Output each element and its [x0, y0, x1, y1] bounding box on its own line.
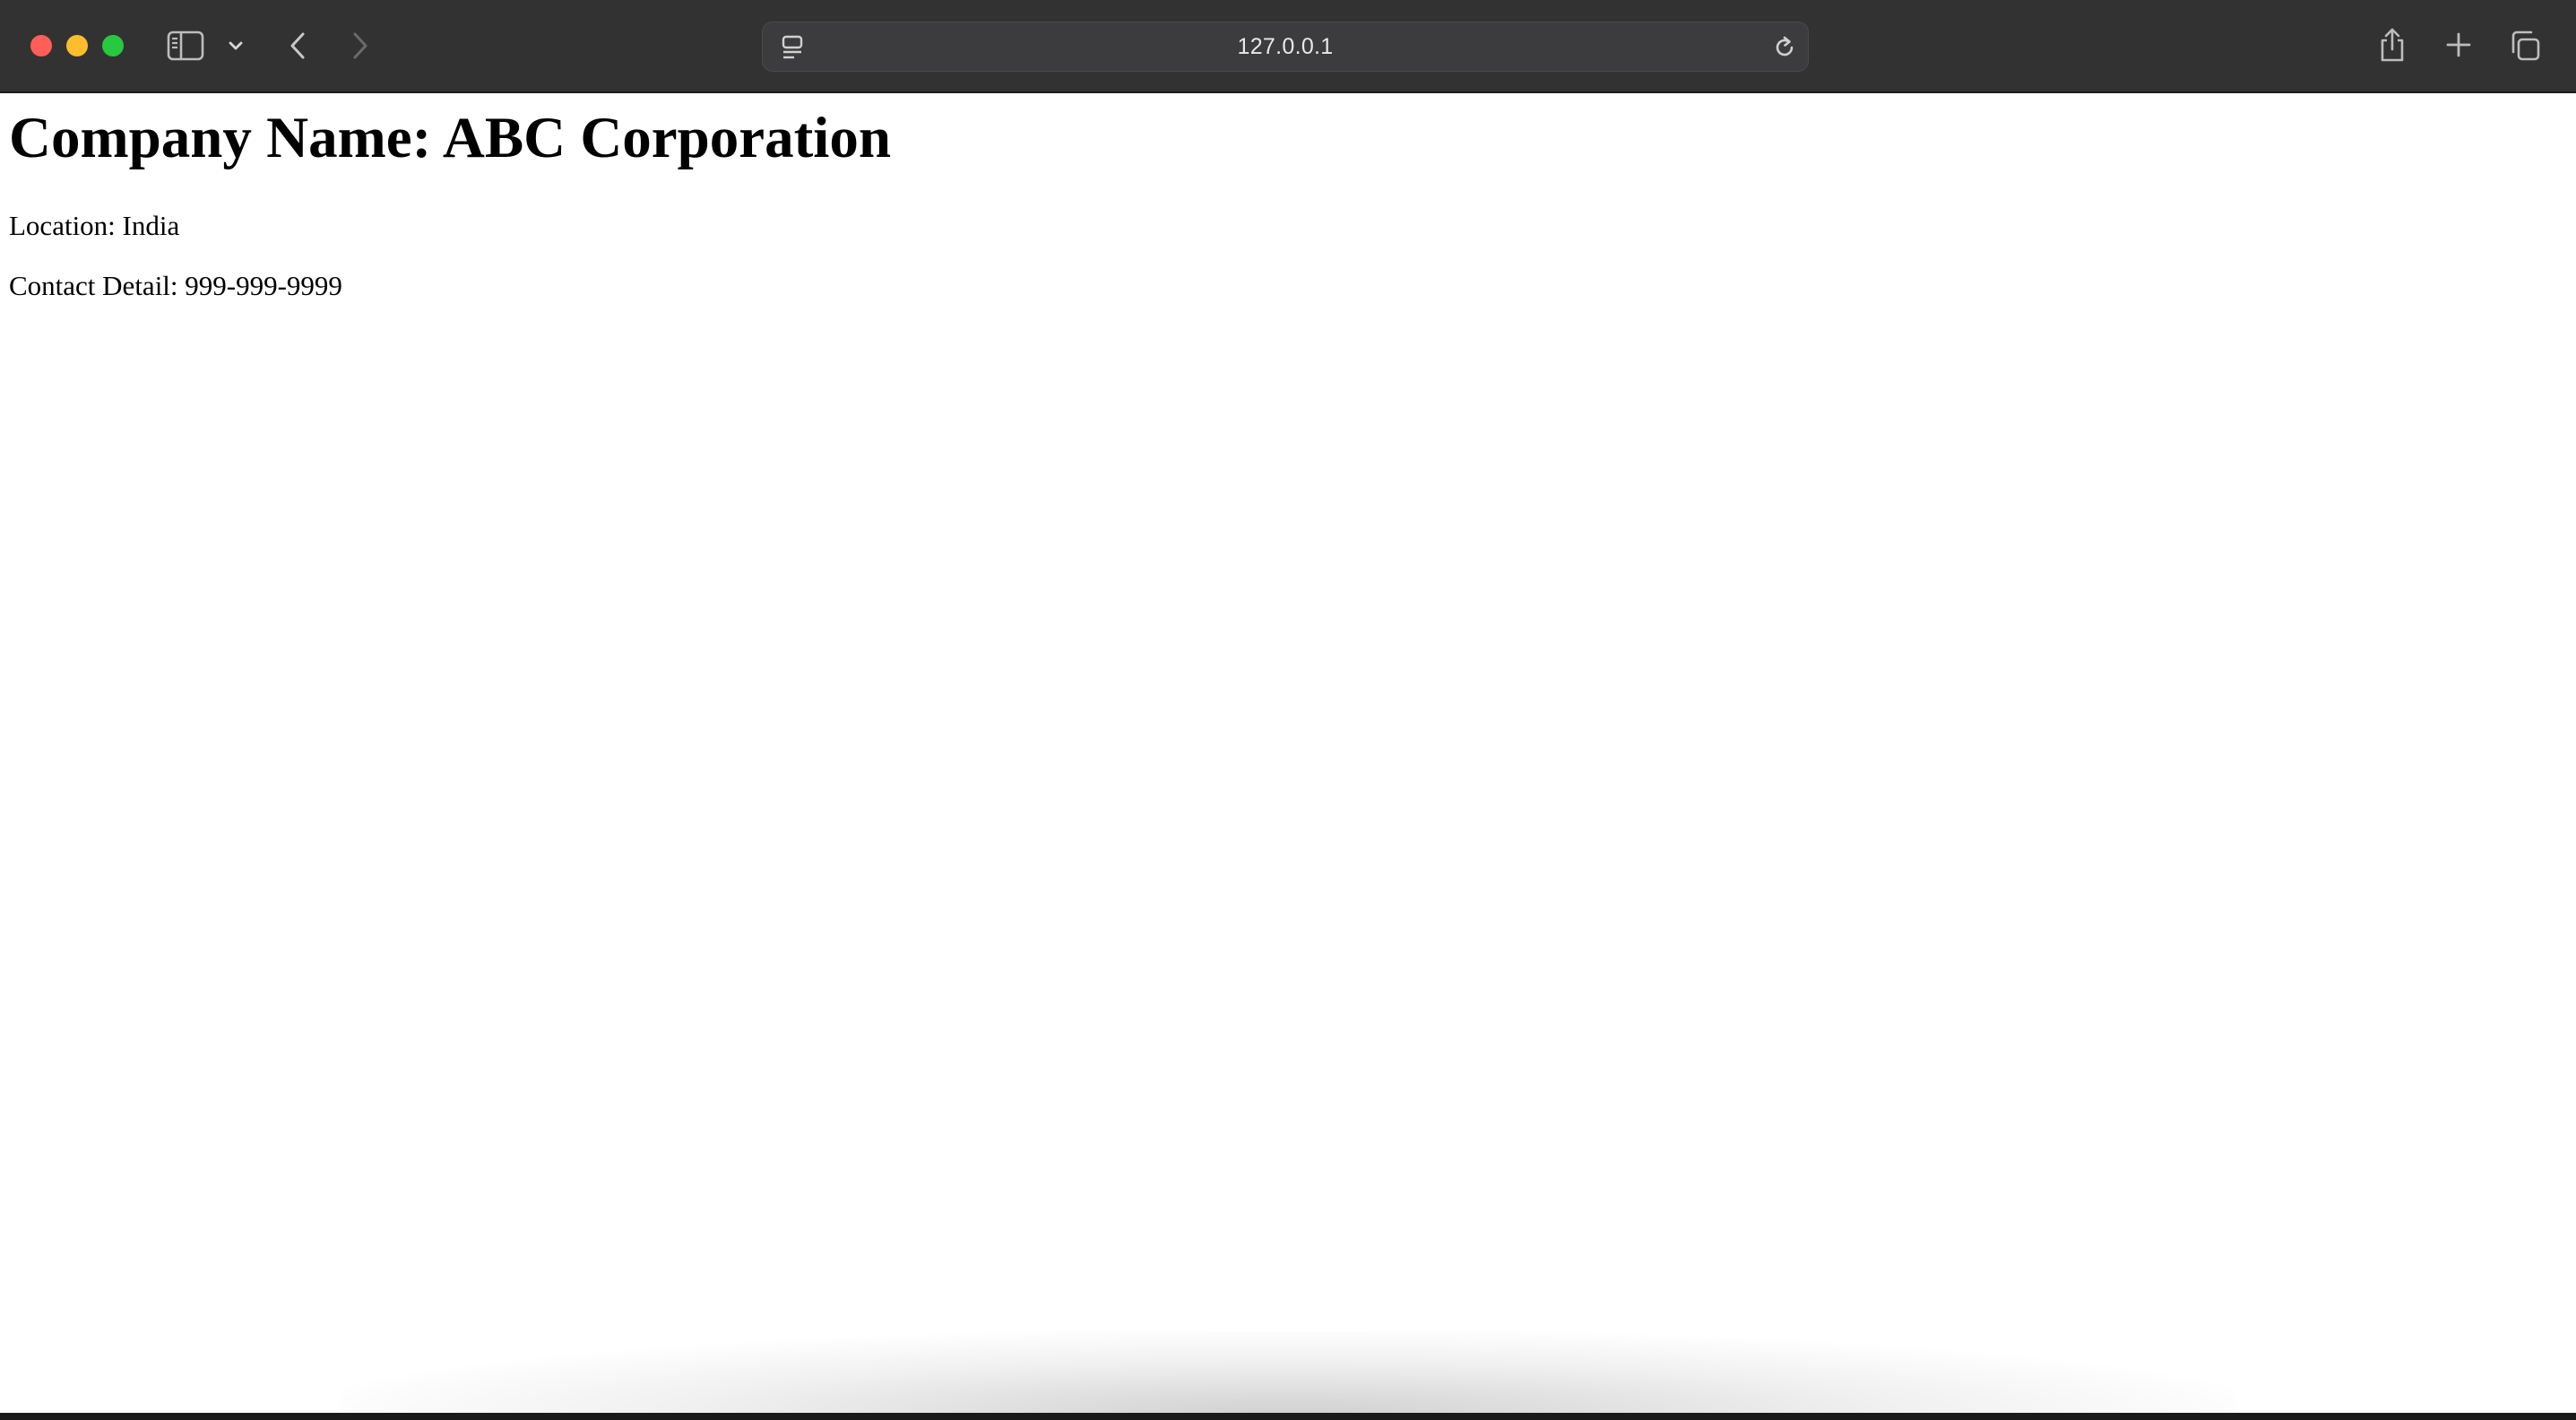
browser-toolbar: 127.0.0.1	[0, 0, 2576, 93]
zoom-window-button[interactable]	[102, 35, 124, 56]
chevron-down-icon[interactable]	[226, 36, 246, 56]
close-window-button[interactable]	[30, 35, 52, 56]
plus-icon[interactable]	[2443, 29, 2474, 61]
share-icon[interactable]	[2377, 25, 2407, 65]
location-text: Location: India	[9, 210, 180, 241]
chevron-right-icon[interactable]	[348, 29, 373, 63]
address-bar[interactable]: 127.0.0.1	[762, 22, 1809, 72]
tab-overview-icon[interactable]	[2508, 29, 2542, 63]
minimize-window-button[interactable]	[66, 35, 88, 56]
company-name-heading: Company Name: ABC Corporation	[9, 106, 892, 170]
window-bottom-shadow	[341, 1332, 2235, 1413]
url-text[interactable]: 127.0.0.1	[763, 22, 1808, 73]
page-viewport: Company Name: ABC Corporation Location: …	[0, 93, 2576, 1413]
browser-window: 127.0.0.1 Company Name: ABC Corporation …	[0, 0, 2576, 1420]
reload-icon[interactable]	[1770, 33, 1799, 62]
contact-detail-text: Contact Detail: 999-999-9999	[9, 270, 342, 301]
chevron-left-icon[interactable]	[285, 29, 310, 63]
sidebar-icon[interactable]	[167, 29, 204, 63]
